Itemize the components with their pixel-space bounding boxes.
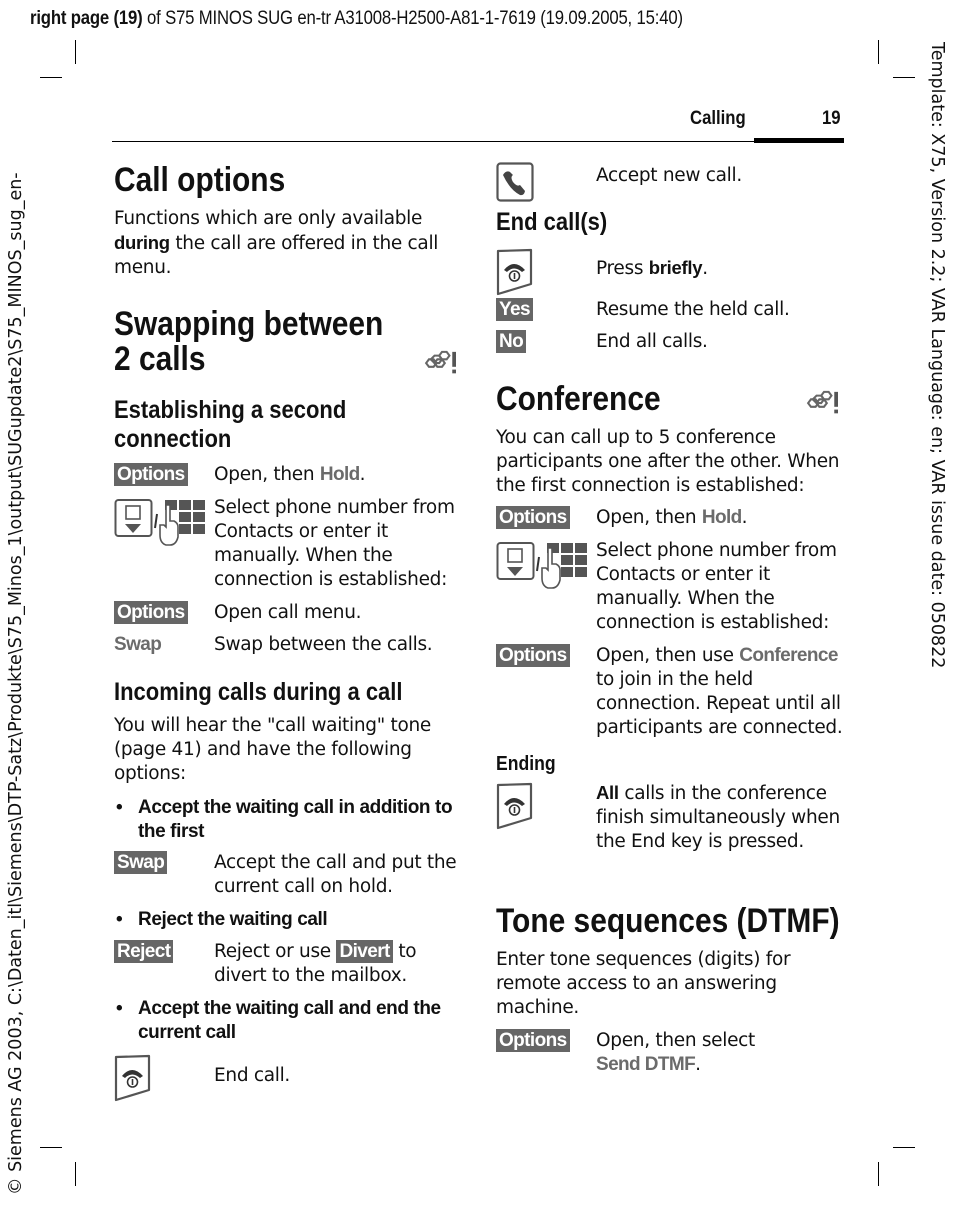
dtmf-title: Tone sequences (DTMF) [496, 902, 840, 940]
network-service-icon [424, 350, 460, 378]
establishing-row-menu: Options Open call menu. [114, 601, 459, 625]
accept-new-call-text: Accept new call. [596, 165, 742, 186]
incoming-body: You will hear the "call waiting" tone (p… [114, 715, 431, 784]
divert-softkey[interactable]: Divert [336, 940, 393, 963]
bullet-accept-end: Accept the waiting call and end the curr… [114, 997, 478, 1045]
incoming-row-swap: Swap Accept the call and put the current … [114, 851, 459, 899]
no-softkey[interactable]: No [496, 330, 527, 353]
crop-mark [893, 1147, 915, 1148]
menu-ref-hold: Hold [701, 507, 742, 528]
end-calls-row-no: No End all calls. [496, 330, 846, 354]
side-margin-template: Template: X75, Version 2.2; VAR Language… [927, 42, 947, 669]
crop-mark [893, 77, 915, 78]
end-calls-row-press: Press briefly. [596, 257, 708, 279]
menu-ref-send-dtmf: Send DTMF [596, 1054, 696, 1075]
establishing-row-select: Select phone number from Contacts or ent… [214, 497, 455, 590]
contacts-or-keypad-icon [496, 540, 588, 592]
conference-body: You can call up to 5 conference particip… [496, 427, 840, 496]
yes-softkey[interactable]: Yes [496, 298, 533, 321]
end-key-icon [114, 1054, 152, 1102]
crop-mark [40, 77, 62, 78]
establishing-row-options: Options Open, then Hold. [114, 463, 459, 487]
call-options-title: Call options [114, 161, 286, 199]
page-number: 19 [822, 108, 841, 129]
dtmf-row-options: Options Open, then select Send DTMF. [496, 1029, 846, 1077]
end-calls-row-yes: Yes Resume the held call. [496, 298, 846, 322]
menu-ref-swap: Swap [114, 634, 162, 655]
conference-row-select: Select phone number from Contacts or ent… [596, 540, 837, 633]
end-key-icon [496, 248, 534, 296]
incoming-row-endcall: End call. [214, 1065, 291, 1086]
side-margin-path: © Siemens AG 2003, C:\Daten_itl\Siemens\… [6, 172, 26, 1195]
crop-mark [75, 1162, 76, 1186]
conference-row-options-conference: Options Open, then use Conference to join… [496, 644, 846, 740]
network-service-icon [806, 390, 842, 418]
options-softkey[interactable]: Options [496, 644, 570, 667]
conference-row-ending: All calls in the conference finish simul… [596, 782, 840, 852]
header-rule [112, 141, 754, 142]
ending-title: Ending [496, 753, 556, 775]
bullet-reject: Reject the waiting call [114, 908, 478, 932]
options-softkey[interactable]: Options [496, 506, 570, 529]
swap-softkey[interactable]: Swap [114, 851, 168, 874]
incoming-title: Incoming calls during a call [114, 678, 403, 706]
options-softkey[interactable]: Options [114, 463, 188, 486]
call-options-body: Functions which are only available durin… [114, 208, 439, 278]
crop-mark [878, 1162, 879, 1186]
crop-mark [40, 1147, 62, 1148]
dtmf-body: Enter tone sequences (digits) for remote… [496, 949, 791, 1018]
header-rule-bar [754, 138, 844, 143]
options-softkey[interactable]: Options [496, 1029, 570, 1052]
end-key-icon [496, 782, 534, 830]
print-header-text: of S75 MINOS SUG en-tr A31008-H2500-A81-… [142, 8, 683, 29]
menu-ref-hold: Hold [319, 464, 360, 485]
conference-row-options-hold: Options Open, then Hold. [496, 506, 846, 530]
options-softkey[interactable]: Options [114, 601, 188, 624]
print-header: right page (19) of S75 MINOS SUG en-tr A… [30, 8, 683, 30]
print-header-bold: right page (19) [30, 8, 143, 29]
end-calls-title: End call(s) [496, 208, 608, 236]
crop-mark [878, 40, 879, 64]
incoming-row-reject: Reject Reject or use Divert to divert to … [114, 940, 459, 988]
bullet-accept-addition: Accept the waiting call in addition to t… [114, 796, 478, 844]
establishing-row-swap: Swap Swap between the calls. [114, 634, 433, 655]
call-key-icon [496, 162, 534, 202]
running-head-section: Calling [690, 108, 746, 129]
reject-softkey[interactable]: Reject [114, 940, 174, 963]
menu-ref-conference: Conference [739, 645, 838, 666]
contacts-or-keypad-icon [114, 497, 206, 549]
crop-mark [75, 40, 76, 64]
establishing-title: Establishing a second connection [114, 396, 347, 453]
